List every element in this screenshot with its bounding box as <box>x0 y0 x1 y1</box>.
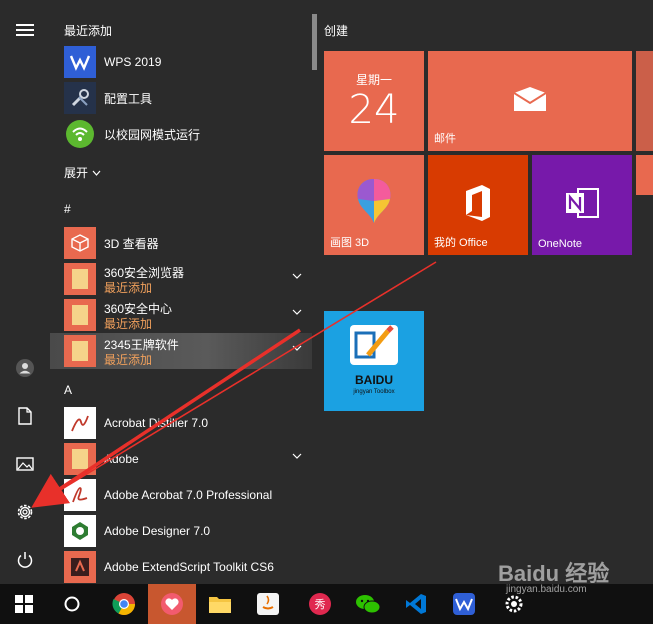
taskbar-java[interactable] <box>244 584 292 624</box>
java-icon <box>257 593 279 615</box>
search-button[interactable] <box>48 584 96 624</box>
svg-text:秀: 秀 <box>315 598 326 611</box>
cortana-circle-icon <box>64 596 80 612</box>
folder-icon <box>209 597 231 613</box>
arrow-long-line <box>43 261 437 501</box>
meitu-icon: 秀 <box>309 593 331 615</box>
taskbar-file-explorer[interactable] <box>196 584 244 624</box>
annotation-arrows <box>31 261 437 508</box>
gear-icon <box>505 595 523 613</box>
wechat-icon <box>356 595 381 614</box>
taskbar-chrome[interactable] <box>100 584 148 624</box>
taskbar-wechat[interactable] <box>344 584 392 624</box>
chrome-icon <box>112 593 135 615</box>
vscode-icon <box>406 594 426 614</box>
taskbar-vscode[interactable] <box>392 584 440 624</box>
wps-icon <box>453 593 475 615</box>
taskbar-meitu[interactable]: 秀 <box>296 584 344 624</box>
taskbar-app-heart[interactable] <box>148 584 196 624</box>
start-button[interactable] <box>0 584 48 624</box>
taskbar-wps[interactable] <box>440 584 488 624</box>
heart-app-icon <box>161 593 183 615</box>
windows-logo-icon <box>15 595 33 613</box>
arrow-head-line <box>31 328 301 508</box>
baidu-watermark-url: jingyan.baidu.com <box>506 584 587 595</box>
